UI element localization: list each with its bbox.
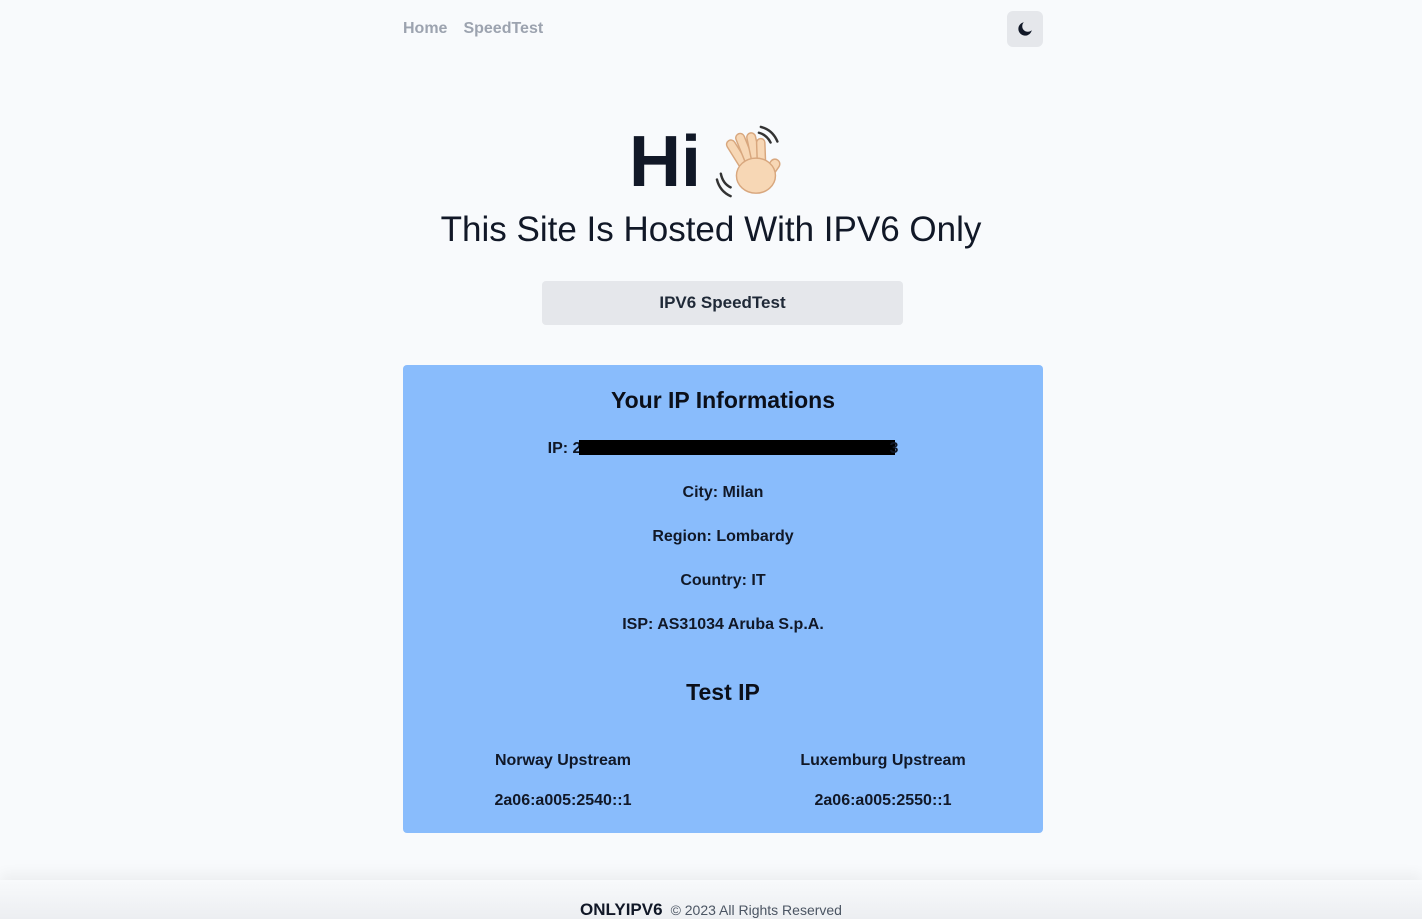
hero-subtitle: This Site Is Hosted With IPV6 Only (440, 210, 982, 249)
ip-info-title: Your IP Informations (610, 387, 836, 413)
test-ip-address: 2a06:a005:2540::1 (494, 792, 632, 809)
ip-info-card: Your IP Informations IP: 23 City: Milan … (403, 365, 1043, 833)
ipv6-speedtest-button[interactable]: IPV6 SpeedTest (542, 281, 903, 325)
test-ip-address: 2a06:a005:2550::1 (814, 792, 952, 809)
page: Home SpeedTest Hi This Site Is Hosted Wi… (0, 0, 1422, 919)
nav-links: Home SpeedTest (403, 20, 543, 38)
region-line: Region: Lombardy (652, 528, 794, 545)
theme-toggle-button[interactable] (1007, 11, 1043, 47)
greeting-text: Hi (629, 122, 701, 202)
top-nav: Home SpeedTest (403, 11, 1043, 47)
test-ip-title: Test IP (686, 679, 760, 705)
ip-suffix: 3 (889, 440, 899, 457)
city-line: City: Milan (682, 484, 764, 501)
test-ip-luxemburg: Luxemburg Upstream 2a06:a005:2550::1 (723, 751, 1043, 811)
moon-icon (1018, 22, 1032, 36)
nav-link-home[interactable]: Home (403, 20, 447, 38)
test-ip-name: Luxemburg Upstream (800, 752, 966, 769)
hero-greeting: Hi (0, 118, 1422, 206)
waving-hand-icon (715, 125, 781, 198)
country-line: Country: IT (680, 572, 766, 589)
ip-redaction-bar (579, 440, 896, 455)
nav-link-speedtest[interactable]: SpeedTest (463, 20, 543, 38)
footer-brand: ONLYIPV6 (580, 900, 663, 919)
footer: ONLYIPV6 © 2023 All Rights Reserved (0, 900, 1422, 919)
isp-line: ISP: AS31034 Aruba S.p.A. (622, 616, 824, 633)
ip-label: IP: 2 (547, 440, 582, 457)
test-ip-name: Norway Upstream (494, 752, 632, 769)
test-ip-norway: Norway Upstream 2a06:a005:2540::1 (403, 751, 723, 811)
ip-line: IP: 2 3 (403, 439, 1043, 459)
footer-copyright: © 2023 All Rights Reserved (670, 902, 842, 918)
